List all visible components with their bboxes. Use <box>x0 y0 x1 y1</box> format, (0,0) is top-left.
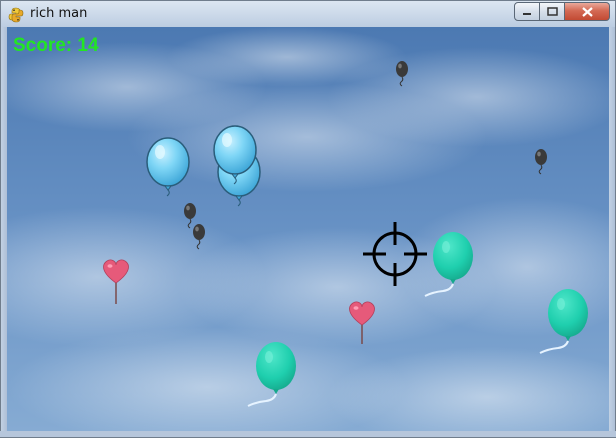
window-frame-right <box>609 27 616 438</box>
sky-scene <box>7 27 609 431</box>
minimize-button[interactable] <box>514 2 540 21</box>
window-controls <box>514 2 610 21</box>
window-frame-left <box>0 27 7 438</box>
title-bar[interactable]: rich man <box>0 0 616 27</box>
close-button[interactable] <box>565 2 610 21</box>
window-frame-bottom <box>0 431 616 438</box>
python-snake-icon <box>8 7 24 23</box>
score-display: Score: 14 <box>13 35 99 56</box>
game-window: rich man Score: 14 <box>0 0 616 438</box>
minimize-icon <box>523 12 531 15</box>
maximize-button[interactable] <box>540 2 565 21</box>
clouds <box>7 27 609 431</box>
close-icon <box>581 6 593 17</box>
maximize-icon <box>546 7 558 16</box>
game-canvas[interactable]: Score: 14 <box>7 27 609 431</box>
window-title: rich man <box>30 6 88 21</box>
